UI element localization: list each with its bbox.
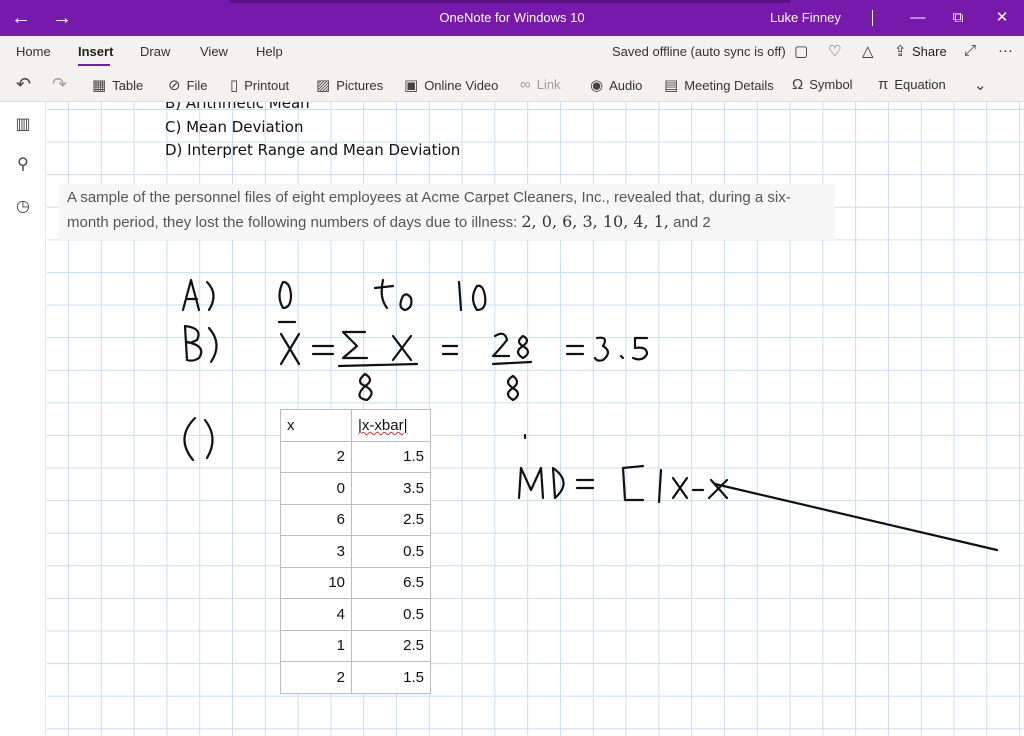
restore-icon[interactable]: ⧉: [938, 6, 978, 30]
equation-label: Equation: [894, 77, 946, 92]
notebooks-icon[interactable]: ▥: [12, 114, 34, 136]
ink-mean-formula: [277, 320, 649, 402]
menu-draw[interactable]: Draw: [140, 44, 170, 59]
insert-ribbon: ↶ ↷ ▦ Table ⊘ File ▯ Printout ▨ Pictures…: [0, 68, 1024, 102]
share-button[interactable]: Share: [912, 44, 947, 59]
bell-icon[interactable]: △: [862, 42, 874, 60]
left-nav-rail: ▥ ⚲ ◷: [0, 102, 46, 736]
pictures-button[interactable]: ▨ Pictures: [316, 76, 383, 94]
meeting-details-label: Meeting Details: [684, 77, 774, 93]
equation-button[interactable]: π Equation: [878, 76, 946, 93]
title-bar: ← → OneNote for Windows 10 Luke Finney —…: [0, 0, 1024, 36]
pi-icon: π: [878, 76, 889, 93]
ink-label-a: [181, 278, 215, 312]
symbol-button[interactable]: Ω Symbol: [792, 76, 853, 93]
audio-button[interactable]: ◉ Audio: [590, 76, 642, 94]
chevron-down-icon: ⌄: [974, 77, 987, 94]
search-icon[interactable]: ⚲: [12, 154, 34, 176]
lightbulb-icon[interactable]: ♡: [828, 42, 841, 60]
ink-mean-deviation-formula: [517, 464, 729, 504]
share-icon[interactable]: ⇪: [894, 42, 907, 60]
ink-label-c: [183, 416, 214, 462]
meeting-details-button[interactable]: ▤ Meeting Details: [664, 76, 774, 94]
minimize-icon[interactable]: —: [898, 6, 938, 30]
file-label: File: [186, 77, 208, 93]
audio-label: Audio: [609, 77, 643, 93]
notebook-view-icon[interactable]: ▢: [794, 42, 808, 60]
ink-range-text: [278, 278, 487, 312]
printout-icon: ▯: [230, 77, 239, 94]
sync-status: Saved offline (auto sync is off): [612, 44, 786, 59]
forward-arrow-icon[interactable]: →: [50, 6, 74, 30]
app-title: OneNote for Windows 10: [439, 10, 585, 25]
link-icon: ∞: [520, 76, 531, 93]
undo-icon[interactable]: ↶: [16, 74, 31, 95]
online-video-label: Online Video: [424, 77, 499, 93]
printout-label: Printout: [244, 77, 290, 93]
menu-bar: Home Insert Draw View Help Saved offline…: [0, 36, 1024, 68]
file-button[interactable]: ⊘ File: [168, 76, 208, 94]
link-label: Link: [536, 77, 561, 92]
close-icon[interactable]: ✕: [982, 6, 1022, 30]
recent-clock-icon[interactable]: ◷: [12, 196, 34, 218]
picture-icon: ▨: [316, 77, 331, 94]
menu-insert[interactable]: Insert: [78, 44, 113, 59]
ink-label-b: [183, 324, 218, 364]
table-icon: ▦: [92, 77, 107, 94]
symbol-label: Symbol: [809, 77, 853, 92]
meeting-icon: ▤: [664, 77, 679, 94]
more-options-icon[interactable]: ···: [998, 42, 1013, 59]
printout-button[interactable]: ▯ Printout: [230, 76, 289, 94]
menu-help[interactable]: Help: [256, 44, 283, 59]
table-label: Table: [112, 77, 144, 93]
title-bar-accent: [230, 0, 790, 3]
expand-icon[interactable]: ⤢: [964, 42, 976, 59]
menu-home[interactable]: Home: [16, 44, 51, 59]
ink-strike-line: [713, 482, 999, 552]
titlebar-separator: [872, 10, 873, 26]
table-button[interactable]: ▦ Table: [92, 76, 143, 94]
audio-icon: ◉: [590, 77, 604, 94]
handwriting-ink[interactable]: [47, 102, 1024, 736]
user-name[interactable]: Luke Finney: [770, 10, 841, 25]
active-tab-indicator: [78, 64, 110, 66]
redo-icon[interactable]: ↷: [52, 74, 67, 95]
paperclip-icon: ⊘: [168, 77, 181, 94]
online-video-icon: ▣: [404, 77, 419, 94]
note-canvas[interactable]: B) Arithmetic Mean C) Mean Deviation D) …: [47, 102, 1024, 736]
back-arrow-icon[interactable]: ←: [9, 6, 33, 30]
link-button[interactable]: ∞ Link: [520, 76, 561, 93]
ribbon-expand-button[interactable]: ⌄: [974, 76, 993, 94]
menu-view[interactable]: View: [200, 44, 228, 59]
omega-icon: Ω: [792, 76, 804, 93]
online-video-button[interactable]: ▣ Online Video: [404, 76, 498, 94]
pictures-label: Pictures: [336, 77, 384, 93]
